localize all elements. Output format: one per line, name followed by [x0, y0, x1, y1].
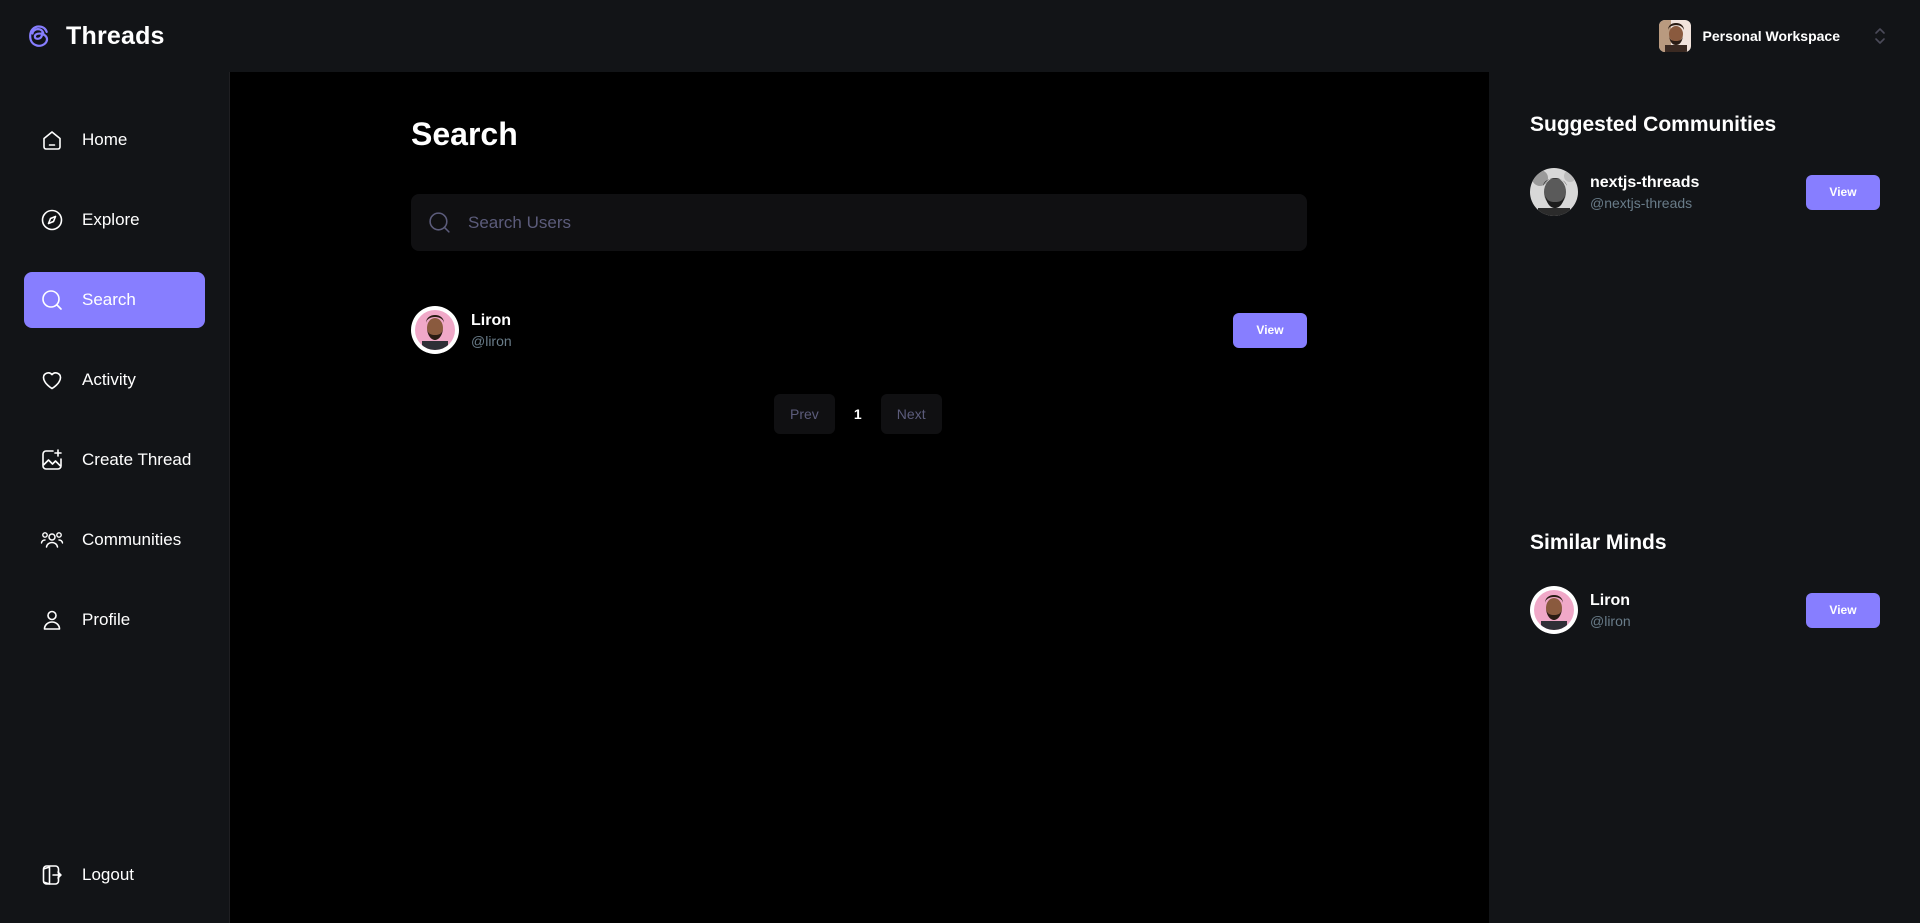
workspace-switcher[interactable]: Personal Workspace [1658, 20, 1888, 52]
search-input[interactable] [468, 212, 1268, 233]
sidebar-item-search[interactable]: Search [24, 272, 205, 328]
suggested-communities-title: Suggested Communities [1530, 113, 1777, 136]
logout-button[interactable]: Logout [24, 847, 205, 903]
sidebar-item-home[interactable]: Home [24, 112, 205, 168]
sidebar-item-label: Create Thread [82, 450, 192, 469]
sidebar-item-label: Communities [82, 530, 182, 549]
view-user-button[interactable]: View [1233, 312, 1307, 348]
logout-label: Logout [82, 865, 134, 884]
community-name: nextjs-threads [1590, 173, 1700, 191]
community-avatar [1530, 168, 1578, 216]
user-handle: @liron [1590, 612, 1631, 629]
community-card: nextjs-threads @nextjs-threads View [1530, 167, 1880, 217]
pagination: Prev 1 Next [774, 394, 942, 434]
user-card: Liron @liron View [411, 305, 1307, 355]
avatar [411, 306, 459, 354]
sidebar-item-label: Activity [82, 370, 136, 389]
app-name: Threads [66, 21, 165, 50]
users-icon [40, 532, 64, 548]
similar-minds-title: Similar Minds [1530, 531, 1667, 554]
create-image-icon [42, 449, 62, 470]
sidebar-item-label: Home [82, 130, 128, 149]
main-content: Search Liron @liron View Prev 1 Next [230, 72, 1489, 923]
home-icon [43, 131, 61, 150]
sidebar-item-communities[interactable]: Communities [24, 512, 205, 568]
sidebar-item-label: Profile [82, 610, 131, 629]
workspace-label: Personal Workspace [1702, 28, 1840, 44]
user-name: Liron [471, 311, 511, 329]
sidebar-item-explore[interactable]: Explore [24, 192, 205, 248]
chevron-updown-icon[interactable] [1872, 24, 1888, 48]
sidebar-item-create-thread[interactable]: Create Thread [24, 432, 205, 488]
workspace-avatar [1658, 20, 1691, 52]
user-handle: @liron [471, 332, 512, 349]
sidebar-item-label: Explore [82, 210, 140, 229]
left-sidebar: Home Explore Search Activity Create Thre… [0, 72, 230, 923]
search-icon [42, 290, 62, 310]
brand[interactable]: Threads [24, 22, 165, 51]
threads-logo-icon [29, 25, 49, 47]
current-page: 1 [853, 406, 862, 422]
next-page-button[interactable]: Next [880, 394, 942, 434]
user-icon [43, 610, 61, 630]
view-community-button[interactable]: View [1806, 174, 1880, 210]
logout-icon [42, 865, 62, 885]
community-handle: @nextjs-threads [1590, 194, 1693, 211]
sidebar-item-profile[interactable]: Profile [24, 592, 205, 648]
topbar: Threads Personal Workspace [0, 0, 1920, 72]
view-user-button[interactable]: View [1806, 592, 1880, 628]
similar-user-card: Liron @liron View [1530, 585, 1880, 635]
sidebar-item-activity[interactable]: Activity [24, 352, 205, 408]
user-name: Liron [1590, 591, 1630, 609]
avatar [1530, 586, 1578, 634]
heart-icon [42, 372, 62, 390]
right-sidebar: Suggested Communities nextjs-threads @ne… [1489, 72, 1920, 923]
sidebar-item-label: Search [82, 290, 136, 309]
compass-icon [41, 209, 63, 231]
prev-page-button[interactable]: Prev [774, 394, 835, 434]
page-title: Search [411, 116, 518, 152]
search-icon [429, 212, 450, 233]
search-bar[interactable] [411, 194, 1307, 251]
